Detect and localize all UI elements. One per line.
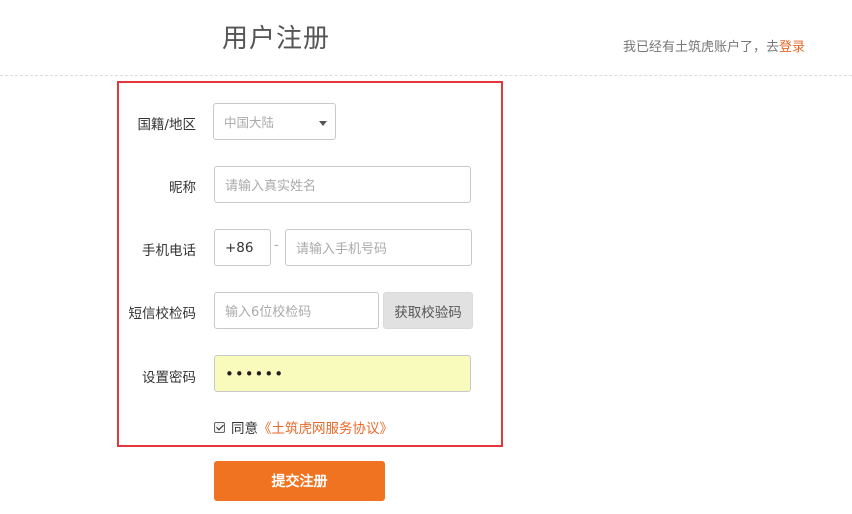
agreement-checkbox[interactable] — [214, 421, 225, 433]
submit-button[interactable]: 提交注册 — [214, 461, 385, 501]
phone-input[interactable]: 请输入手机号码 — [285, 229, 472, 266]
agreement-link[interactable]: 《土筑虎网服务协议》 — [258, 417, 393, 437]
agreement-row: 同意 《土筑虎网服务协议》 — [214, 417, 393, 437]
sms-code-input[interactable]: 输入6位校检码 — [214, 292, 379, 329]
password-label: 设置密码 — [142, 370, 196, 386]
password-input[interactable]: •••••• — [214, 355, 471, 392]
phone-separator: - — [274, 238, 279, 253]
get-code-button[interactable]: 获取校验码 — [383, 292, 473, 329]
page-title: 用户注册 — [222, 24, 331, 54]
header-divider — [0, 75, 852, 76]
agreement-text: 同意 — [231, 421, 258, 437]
chevron-down-icon — [319, 121, 327, 126]
login-link[interactable]: 登录 — [779, 40, 805, 55]
sms-code-label: 短信校检码 — [128, 306, 197, 322]
login-hint: 我已经有土筑虎账户了，去登录 — [623, 36, 805, 55]
nationality-label: 国籍/地区 — [137, 117, 196, 133]
phone-label: 手机电话 — [142, 243, 196, 259]
nationality-value: 中国大陆 — [224, 115, 275, 130]
login-hint-text: 我已经有土筑虎账户了，去 — [622, 40, 779, 55]
nickname-input[interactable]: 请输入真实姓名 — [214, 166, 471, 203]
country-code-input[interactable]: +86 — [214, 229, 271, 266]
nationality-select[interactable]: 中国大陆 — [213, 103, 336, 140]
nickname-label: 昵称 — [169, 180, 196, 196]
